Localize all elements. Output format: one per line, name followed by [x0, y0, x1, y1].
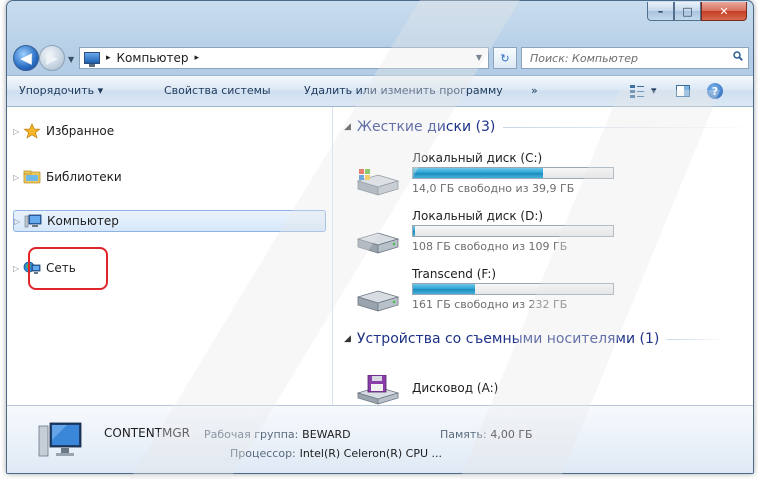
change-view-icon[interactable] — [629, 83, 645, 99]
drive-name: Локальный диск (D:) — [412, 209, 544, 223]
navigation-pane[interactable]: ▷ Избранное ▷ Библиотеки ▷ Компьютер ▷ С… — [7, 107, 333, 405]
nav-item-libraries[interactable]: ▷ Библиотеки — [13, 166, 122, 188]
memory-field: Память: 4,00 ГБ — [440, 427, 533, 441]
computer-small-icon — [84, 52, 100, 67]
nav-item-label: Избранное — [46, 124, 115, 138]
collapse-arrow-icon[interactable]: ◢ — [344, 334, 351, 344]
library-icon — [23, 170, 41, 184]
back-button[interactable]: ◀ — [13, 45, 39, 71]
group-title: Жесткие диски (3) — [356, 119, 496, 135]
change-view-dropdown[interactable]: ▾ — [651, 84, 657, 97]
drive-name: Дисковод (A:) — [412, 381, 499, 395]
drive-free-space: 14,0 ГБ свободно из 39,9 ГБ — [412, 182, 575, 195]
search-box[interactable]: Поиск: Компьютер — [521, 47, 749, 69]
search-placeholder[interactable]: Поиск: Компьютер — [530, 52, 638, 65]
details-pane: CONTENTMGR Рабочая группа: BEWARD Память… — [7, 405, 753, 473]
nav-item-label: Библиотеки — [46, 170, 122, 184]
history-dropdown[interactable]: ▼ — [68, 55, 74, 64]
drive-usage-fill — [413, 284, 475, 294]
help-icon[interactable]: ? — [707, 83, 723, 99]
address-bar[interactable]: ▸ Компьютер ▸ ▼ — [79, 47, 489, 69]
cpu-label: Процессор: — [230, 447, 296, 460]
explorer-window: – □ ✕ ◀ ▶ ▼ ▸ Компьютер ▸ ▼ ↻ Поиск: Ком… — [6, 0, 754, 474]
computer-large-icon — [38, 422, 82, 457]
computer-icon — [24, 214, 42, 228]
workgroup-value: BEWARD — [302, 428, 351, 441]
drive-usage-fill — [413, 168, 543, 178]
drive-usage-fill — [413, 226, 415, 236]
nav-item-computer[interactable]: ▷ Компьютер — [13, 210, 326, 232]
nav-item-label: Компьютер — [47, 214, 119, 228]
address-dropdown[interactable]: ▼ — [476, 53, 482, 62]
group-divider — [667, 338, 728, 340]
uninstall-program-button[interactable]: Удалить или изменить программу — [304, 84, 503, 97]
nav-item-favorites[interactable]: ▷ Избранное — [13, 120, 114, 142]
drive-name: Локальный диск (C:) — [412, 151, 543, 165]
drives-pane[interactable]: ◢ Жесткие диски (3) Локальный диск (C:) — [334, 107, 753, 405]
hard-drive-icon — [356, 232, 400, 254]
title-bar[interactable]: – □ ✕ — [7, 1, 753, 37]
drive-usage-bar — [412, 167, 614, 179]
computer-name: CONTENTMGR — [104, 426, 191, 440]
forward-button[interactable]: ▶ — [39, 45, 65, 71]
system-properties-button[interactable]: Свойства системы — [164, 84, 271, 97]
drive-usage-bar — [412, 283, 614, 295]
drive-free-space: 108 ГБ свободно из 109 ГБ — [412, 240, 568, 253]
minimize-button[interactable]: – — [647, 2, 674, 21]
drive-item[interactable]: Локальный диск (D:) 108 ГБ свободно из 1… — [354, 209, 654, 265]
content-area: ▷ Избранное ▷ Библиотеки ▷ Компьютер ▷ С… — [7, 107, 753, 405]
workgroup-field: Рабочая группа: BEWARD — [204, 427, 351, 441]
expand-arrow-icon[interactable]: ▷ — [14, 217, 24, 226]
root-crumb-arrow[interactable]: ▸ — [106, 53, 111, 63]
drive-free-space: 161 ГБ свободно из 232 ГБ — [412, 298, 568, 311]
preview-pane-icon[interactable] — [675, 83, 691, 99]
expand-arrow-icon[interactable]: ▷ — [13, 173, 23, 182]
collapse-arrow-icon[interactable]: ◢ — [344, 122, 351, 132]
search-icon[interactable] — [733, 51, 743, 61]
group-title: Устройства со съемными носителями (1) — [356, 331, 660, 347]
cpu-value: Intel(R) Celeron(R) CPU ... — [299, 447, 442, 460]
group-header-removable[interactable]: ◢ Устройства со съемными носителями (1) — [344, 331, 728, 347]
drive-item[interactable]: Transcend (F:) 161 ГБ свободно из 232 ГБ — [354, 267, 654, 323]
group-divider — [503, 126, 753, 128]
breadcrumb-computer[interactable]: Компьютер — [117, 51, 189, 65]
caption-buttons: – □ ✕ — [647, 2, 747, 22]
maximize-button[interactable]: □ — [674, 2, 701, 21]
more-commands-button[interactable]: » — [531, 84, 538, 97]
group-header-hard-drives[interactable]: ◢ Жесткие диски (3) — [344, 119, 753, 135]
organize-button[interactable]: Упорядочить ▾ — [19, 84, 103, 97]
close-button[interactable]: ✕ — [701, 2, 747, 21]
star-icon — [23, 123, 41, 139]
address-row: ◀ ▶ ▼ ▸ Компьютер ▸ ▼ ↻ Поиск: Компьютер — [7, 41, 753, 75]
drive-name: Transcend (F:) — [412, 267, 497, 281]
floppy-drive-icon — [356, 375, 400, 405]
memory-label: Память: — [440, 428, 487, 441]
cpu-field: Процессор: Intel(R) Celeron(R) CPU ... — [230, 446, 442, 460]
drive-item[interactable]: Локальный диск (C:) 14,0 ГБ свободно из … — [354, 151, 654, 207]
windows-drive-icon — [356, 169, 400, 196]
command-bar: Упорядочить ▾ Свойства системы Удалить и… — [7, 75, 753, 107]
breadcrumb-arrow[interactable]: ▸ — [194, 53, 199, 63]
refresh-button[interactable]: ↻ — [493, 47, 517, 69]
workgroup-label: Рабочая группа: — [204, 428, 299, 441]
network-highlight-ring — [28, 247, 108, 290]
expand-arrow-icon[interactable]: ▷ — [13, 264, 23, 273]
drive-usage-bar — [412, 225, 614, 237]
memory-value: 4,00 ГБ — [490, 428, 533, 441]
expand-arrow-icon[interactable]: ▷ — [13, 127, 23, 136]
hard-drive-icon — [356, 290, 400, 312]
